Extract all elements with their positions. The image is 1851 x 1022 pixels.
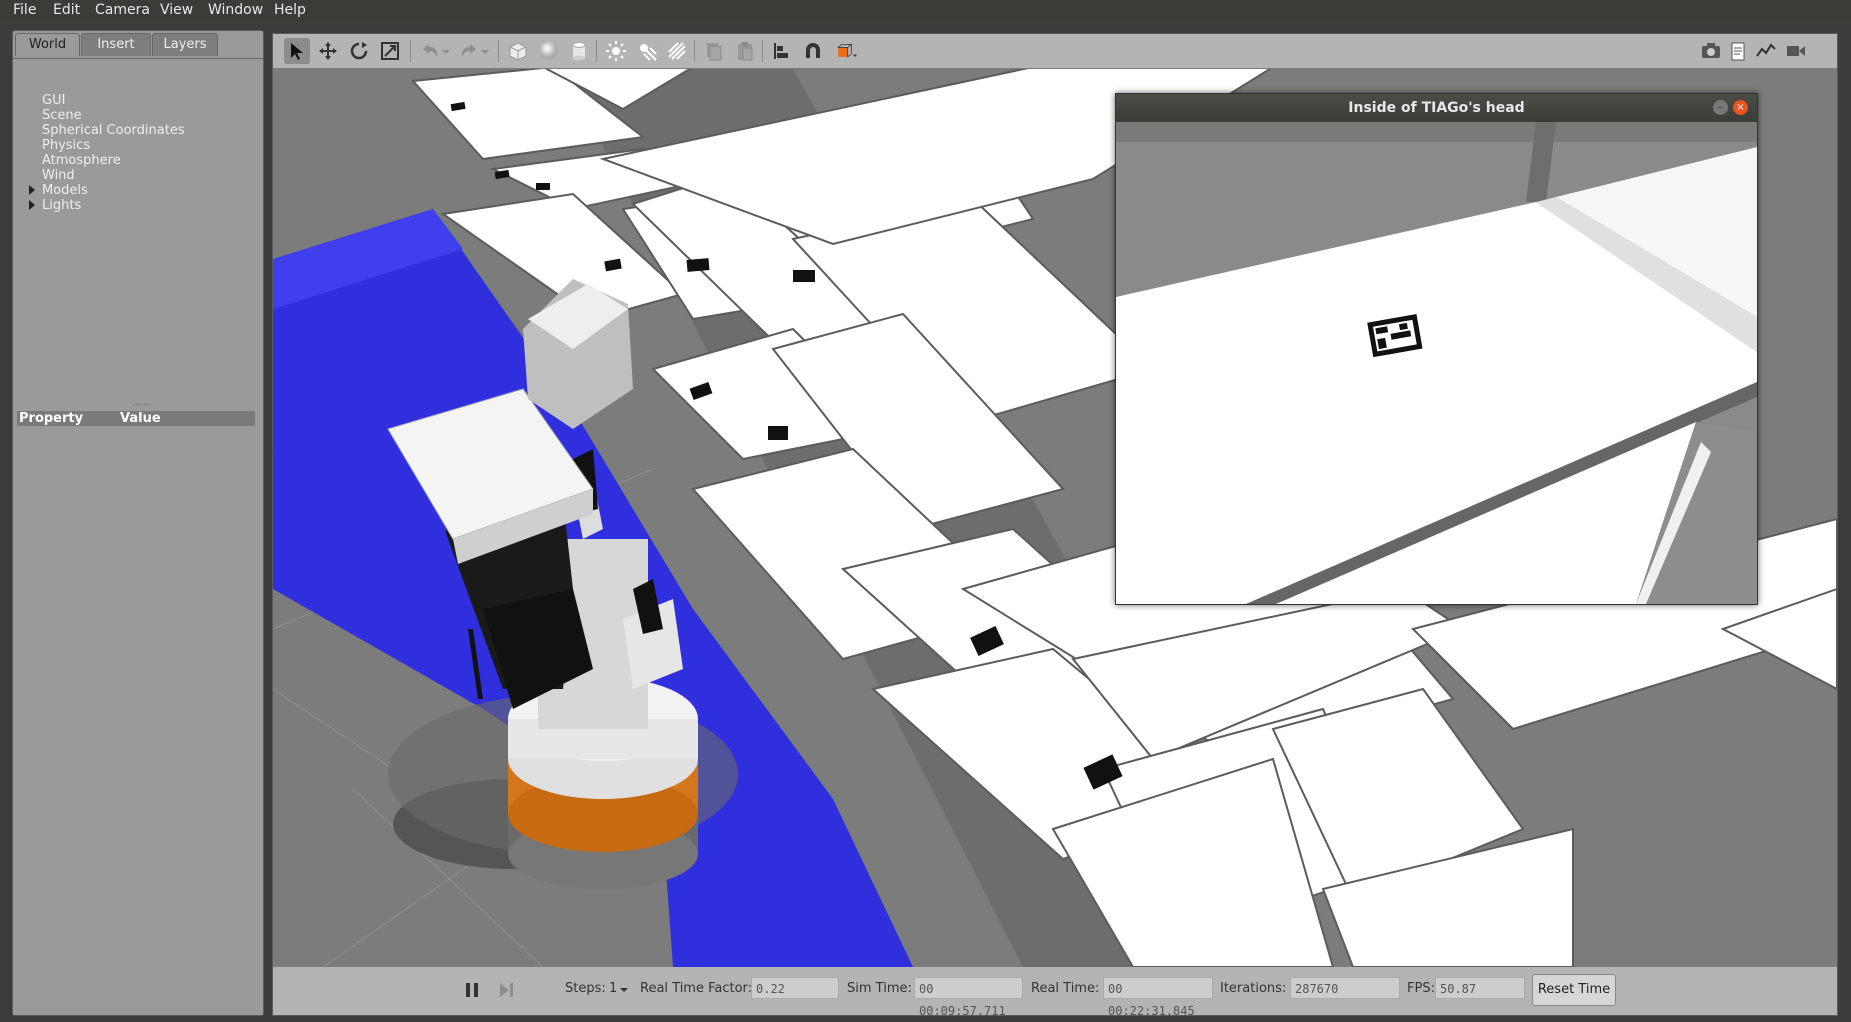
real-time-label: Real Time: [1031, 981, 1100, 996]
menu-view[interactable]: View [160, 2, 193, 18]
scale-icon[interactable] [377, 38, 403, 64]
property-table-header: Property Value [17, 411, 255, 426]
menu-bar: File Edit Camera View Window Help [0, 0, 1851, 22]
iterations-field: 287670 [1290, 977, 1400, 999]
menu-file[interactable]: File [13, 2, 36, 18]
step-icon[interactable] [493, 977, 519, 1003]
menu-window[interactable]: Window [208, 2, 263, 18]
menu-help[interactable]: Help [274, 2, 306, 18]
select-arrow-icon[interactable] [284, 38, 310, 64]
simulation-status-bar: Steps: 1 Real Time Factor: 0.22 Sim Time… [273, 967, 1837, 1018]
toolbar [273, 34, 1837, 68]
left-panel: World Insert Layers GUI Scene Spherical … [12, 30, 264, 1016]
camera-window-title: Inside of TIAGo's head [1348, 100, 1525, 116]
tree-item-scene[interactable]: Scene [42, 108, 82, 123]
tree-item-lights[interactable]: Lights [42, 198, 81, 213]
point-light-icon[interactable] [603, 38, 629, 64]
minimize-icon[interactable]: – [1713, 100, 1728, 115]
world-tree: GUI Scene Spherical Coordinates Physics … [13, 58, 263, 1015]
pause-icon[interactable] [459, 977, 485, 1003]
value-column-header: Value [120, 411, 161, 426]
toolbar-separator [498, 40, 499, 62]
spot-light-icon[interactable] [634, 38, 660, 64]
plot-icon[interactable] [1753, 38, 1779, 64]
real-time-factor-label: Real Time Factor: [640, 981, 753, 996]
property-column-header: Property [19, 411, 84, 426]
toolbar-separator [762, 40, 763, 62]
rotate-icon[interactable] [346, 38, 372, 64]
tree-item-spherical-coordinates[interactable]: Spherical Coordinates [42, 123, 185, 138]
panel-splitter[interactable] [133, 404, 151, 405]
sphere-icon[interactable] [536, 38, 562, 64]
sim-time-field: 00 00:09:57.711 [914, 977, 1023, 1018]
box-icon[interactable] [505, 38, 531, 64]
tree-item-gui[interactable]: GUI [42, 93, 65, 108]
redo-dropdown-icon[interactable] [478, 38, 492, 64]
align-icon[interactable] [769, 38, 795, 64]
tree-item-physics[interactable]: Physics [42, 138, 90, 153]
real-time-field: 00 00:22:31.845 [1103, 977, 1213, 1018]
toolbar-separator [410, 40, 411, 62]
close-icon[interactable]: × [1733, 100, 1748, 115]
menu-edit[interactable]: Edit [53, 2, 80, 18]
translate-icon[interactable] [315, 38, 341, 64]
toolbar-separator [694, 40, 695, 62]
directional-light-icon[interactable] [664, 38, 690, 64]
tree-item-models[interactable]: Models [42, 183, 88, 198]
view-angle-icon[interactable] [831, 38, 863, 64]
screenshot-icon[interactable] [1698, 38, 1724, 64]
camera-image-window: Inside of TIAGo's head – × [1115, 93, 1758, 605]
tab-world[interactable]: World [15, 33, 80, 56]
camera-window-titlebar[interactable]: Inside of TIAGo's head – × [1116, 94, 1757, 122]
real-time-factor-field: 0.22 [751, 977, 839, 999]
tree-item-wind[interactable]: Wind [42, 168, 75, 183]
expand-arrow-icon[interactable] [29, 185, 35, 195]
head-camera-render [1116, 122, 1757, 604]
expand-arrow-icon[interactable] [29, 200, 35, 210]
video-record-icon[interactable] [1783, 38, 1809, 64]
fps-label: FPS: [1407, 981, 1435, 996]
log-icon[interactable] [1725, 38, 1751, 64]
iterations-label: Iterations: [1220, 981, 1287, 996]
magnet-snap-icon[interactable] [800, 38, 826, 64]
tab-insert[interactable]: Insert [81, 33, 151, 56]
tree-item-atmosphere[interactable]: Atmosphere [42, 153, 121, 168]
undo-dropdown-icon[interactable] [439, 38, 453, 64]
steps-label: Steps: [565, 981, 606, 996]
toolbar-separator [596, 40, 597, 62]
reset-time-button[interactable]: Reset Time [1532, 974, 1616, 1006]
steps-dropdown-icon[interactable] [617, 979, 631, 999]
menu-camera[interactable]: Camera [95, 2, 150, 18]
tab-layers[interactable]: Layers [152, 33, 218, 56]
fps-field: 50.87 [1435, 977, 1525, 999]
paste-icon[interactable] [732, 38, 758, 64]
copy-icon[interactable] [701, 38, 727, 64]
camera-image-view [1116, 122, 1757, 604]
cylinder-icon[interactable] [566, 38, 592, 64]
sim-time-label: Sim Time: [847, 981, 912, 996]
